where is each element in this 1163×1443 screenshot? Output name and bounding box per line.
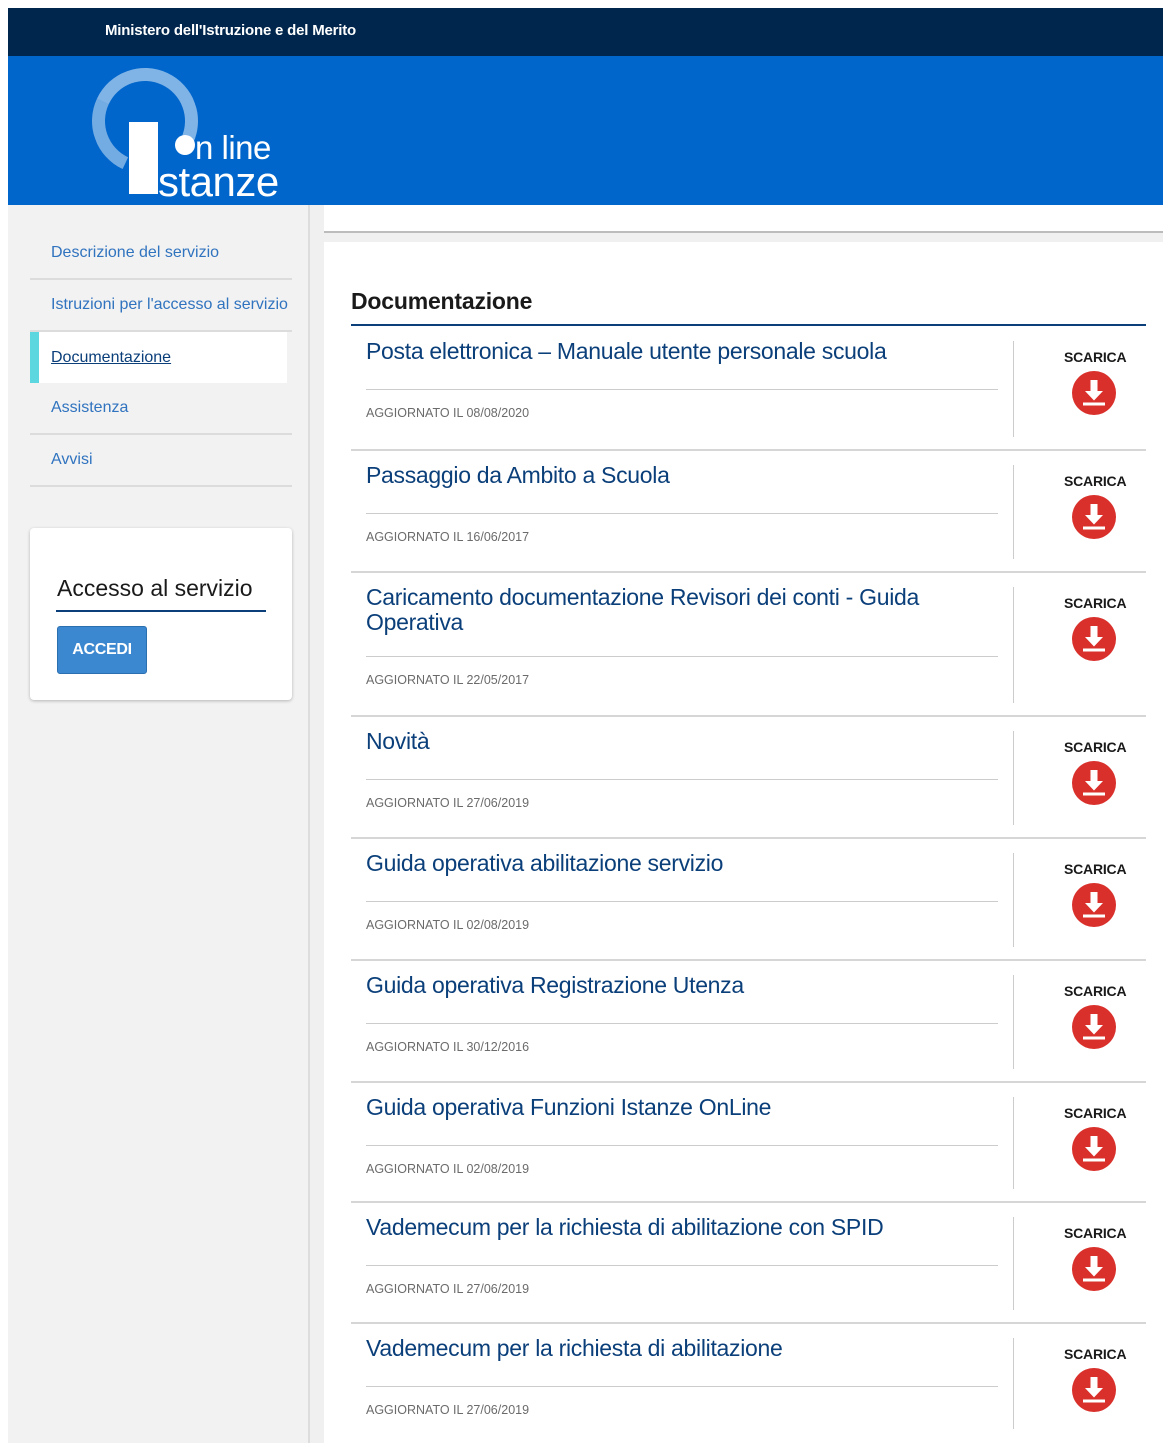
document-row-separator: [1013, 975, 1014, 1069]
document-row-separator: [1013, 853, 1014, 947]
scarica-label[interactable]: SCARICA: [1064, 473, 1127, 489]
scarica-label[interactable]: SCARICA: [1064, 595, 1127, 611]
document-title-link[interactable]: Guida operativa Funzioni Istanze OnLine: [366, 1095, 986, 1120]
access-card-title: Accesso al servizio: [57, 575, 253, 601]
scarica-label[interactable]: SCARICA: [1064, 983, 1127, 999]
document-title-rule: [366, 389, 998, 390]
sidebar-item-assistenza[interactable]: Assistenza: [30, 383, 292, 435]
ministry-name[interactable]: Ministero dell'Istruzione e del Merito: [105, 22, 356, 39]
document-row: Guida operativa Funzioni Istanze OnLine A…: [351, 1083, 1146, 1203]
scarica-label[interactable]: SCARICA: [1064, 349, 1127, 365]
document-title-link[interactable]: Passaggio da Ambito a Scuola: [366, 463, 986, 488]
scarica-label[interactable]: SCARICA: [1064, 1346, 1127, 1362]
document-title-rule: [366, 1265, 998, 1266]
document-row: Guida operativa Registrazione Utenza AGGI…: [351, 961, 1146, 1083]
document-title-rule: [366, 513, 998, 514]
document-title-link[interactable]: Vademecum per la richiesta di abilitazio…: [366, 1215, 986, 1240]
logo-bar-icon: [129, 122, 158, 194]
document-title-rule: [366, 1386, 998, 1387]
document-updated-date: AGGIORNATO IL 02/08/2019: [366, 918, 530, 932]
documentation-heading: Documentazione: [351, 288, 533, 314]
access-card-rule: [56, 610, 266, 612]
document-title-link[interactable]: Guida operativa Registrazione Utenza: [366, 973, 986, 998]
sidebar-item-istruzioni[interactable]: Istruzioni per l'accesso al servizio: [30, 280, 292, 332]
document-row: Posta elettronica – Manuale utente perso…: [351, 327, 1146, 451]
logo-text-line2: stanze: [158, 158, 279, 205]
document-updated-date: AGGIORNATO IL 02/08/2019: [366, 1162, 530, 1176]
document-row-separator: [1013, 587, 1014, 703]
document-row-separator: [1013, 731, 1014, 825]
download-icon[interactable]: [1071, 1367, 1117, 1413]
scarica-label[interactable]: SCARICA: [1064, 861, 1127, 877]
document-row: Passaggio da Ambito a Scuola AGGIORNATO I…: [351, 451, 1146, 573]
logo-dot-icon: [175, 135, 195, 155]
download-icon[interactable]: [1071, 1126, 1117, 1172]
document-row-separator: [1013, 1338, 1014, 1429]
istanze-online-logo[interactable]: n line stanze: [77, 53, 302, 203]
document-row-separator: [1013, 1097, 1014, 1189]
document-title-rule: [366, 1145, 998, 1146]
document-row: Caricamento documentazione Revisori dei …: [351, 573, 1146, 717]
document-row-separator: [1013, 1217, 1014, 1310]
document-updated-date: AGGIORNATO IL 08/08/2020: [366, 406, 530, 420]
document-updated-date: AGGIORNATO IL 16/06/2017: [366, 530, 530, 544]
download-icon[interactable]: [1071, 494, 1117, 540]
sidebar-nav: Descrizione del servizio Istruzioni per …: [30, 228, 292, 487]
document-row: Vademecum per la richiesta di abilitazio…: [351, 1324, 1146, 1443]
document-row: Novità AGGIORNATO IL 27/06/2019 SCARICA: [351, 717, 1146, 839]
scarica-label[interactable]: SCARICA: [1064, 1225, 1127, 1241]
document-title-link[interactable]: Vademecum per la richiesta di abilitazio…: [366, 1336, 986, 1361]
document-title-link[interactable]: Guida operativa abilitazione servizio: [366, 851, 986, 876]
document-title-link[interactable]: Caricamento documentazione Revisori dei …: [366, 585, 986, 635]
scarica-label[interactable]: SCARICA: [1064, 739, 1127, 755]
download-icon[interactable]: [1071, 616, 1117, 662]
access-card: Accesso al servizio ACCEDI: [30, 528, 292, 700]
document-updated-date: AGGIORNATO IL 27/06/2019: [366, 796, 530, 810]
sidebar-item-descrizione[interactable]: Descrizione del servizio: [30, 228, 292, 280]
document-title-link[interactable]: Novità: [366, 729, 986, 754]
site-header: n line stanze: [8, 53, 1163, 205]
document-updated-date: AGGIORNATO IL 27/06/2019: [366, 1403, 530, 1417]
content-top-strip: [324, 205, 1163, 233]
document-title-rule: [366, 656, 998, 657]
document-updated-date: AGGIORNATO IL 30/12/2016: [366, 1040, 530, 1054]
download-icon[interactable]: [1071, 882, 1117, 928]
document-updated-date: AGGIORNATO IL 22/05/2017: [366, 673, 530, 687]
document-title-rule: [366, 901, 998, 902]
document-row-separator: [1013, 341, 1014, 437]
document-title-rule: [366, 1023, 998, 1024]
document-row: Vademecum per la richiesta di abilitazio…: [351, 1203, 1146, 1324]
accedi-button[interactable]: ACCEDI: [57, 626, 147, 674]
ministry-topbar: Ministero dell'Istruzione e del Merito: [8, 8, 1163, 56]
sidebar-item-avvisi[interactable]: Avvisi: [30, 435, 292, 487]
download-icon[interactable]: [1071, 1246, 1117, 1292]
download-icon[interactable]: [1071, 1004, 1117, 1050]
document-title-link[interactable]: Posta elettronica – Manuale utente perso…: [366, 339, 986, 364]
document-row-separator: [1013, 465, 1014, 559]
documentation-heading-rule: [351, 324, 1146, 326]
document-row: Guida operativa abilitazione servizio AGG…: [351, 839, 1146, 961]
download-icon[interactable]: [1071, 760, 1117, 806]
scarica-label[interactable]: SCARICA: [1064, 1105, 1127, 1121]
download-icon[interactable]: [1071, 370, 1117, 416]
document-title-rule: [366, 779, 998, 780]
document-updated-date: AGGIORNATO IL 27/06/2019: [366, 1282, 530, 1296]
sidebar-item-documentazione[interactable]: Documentazione: [30, 332, 287, 383]
